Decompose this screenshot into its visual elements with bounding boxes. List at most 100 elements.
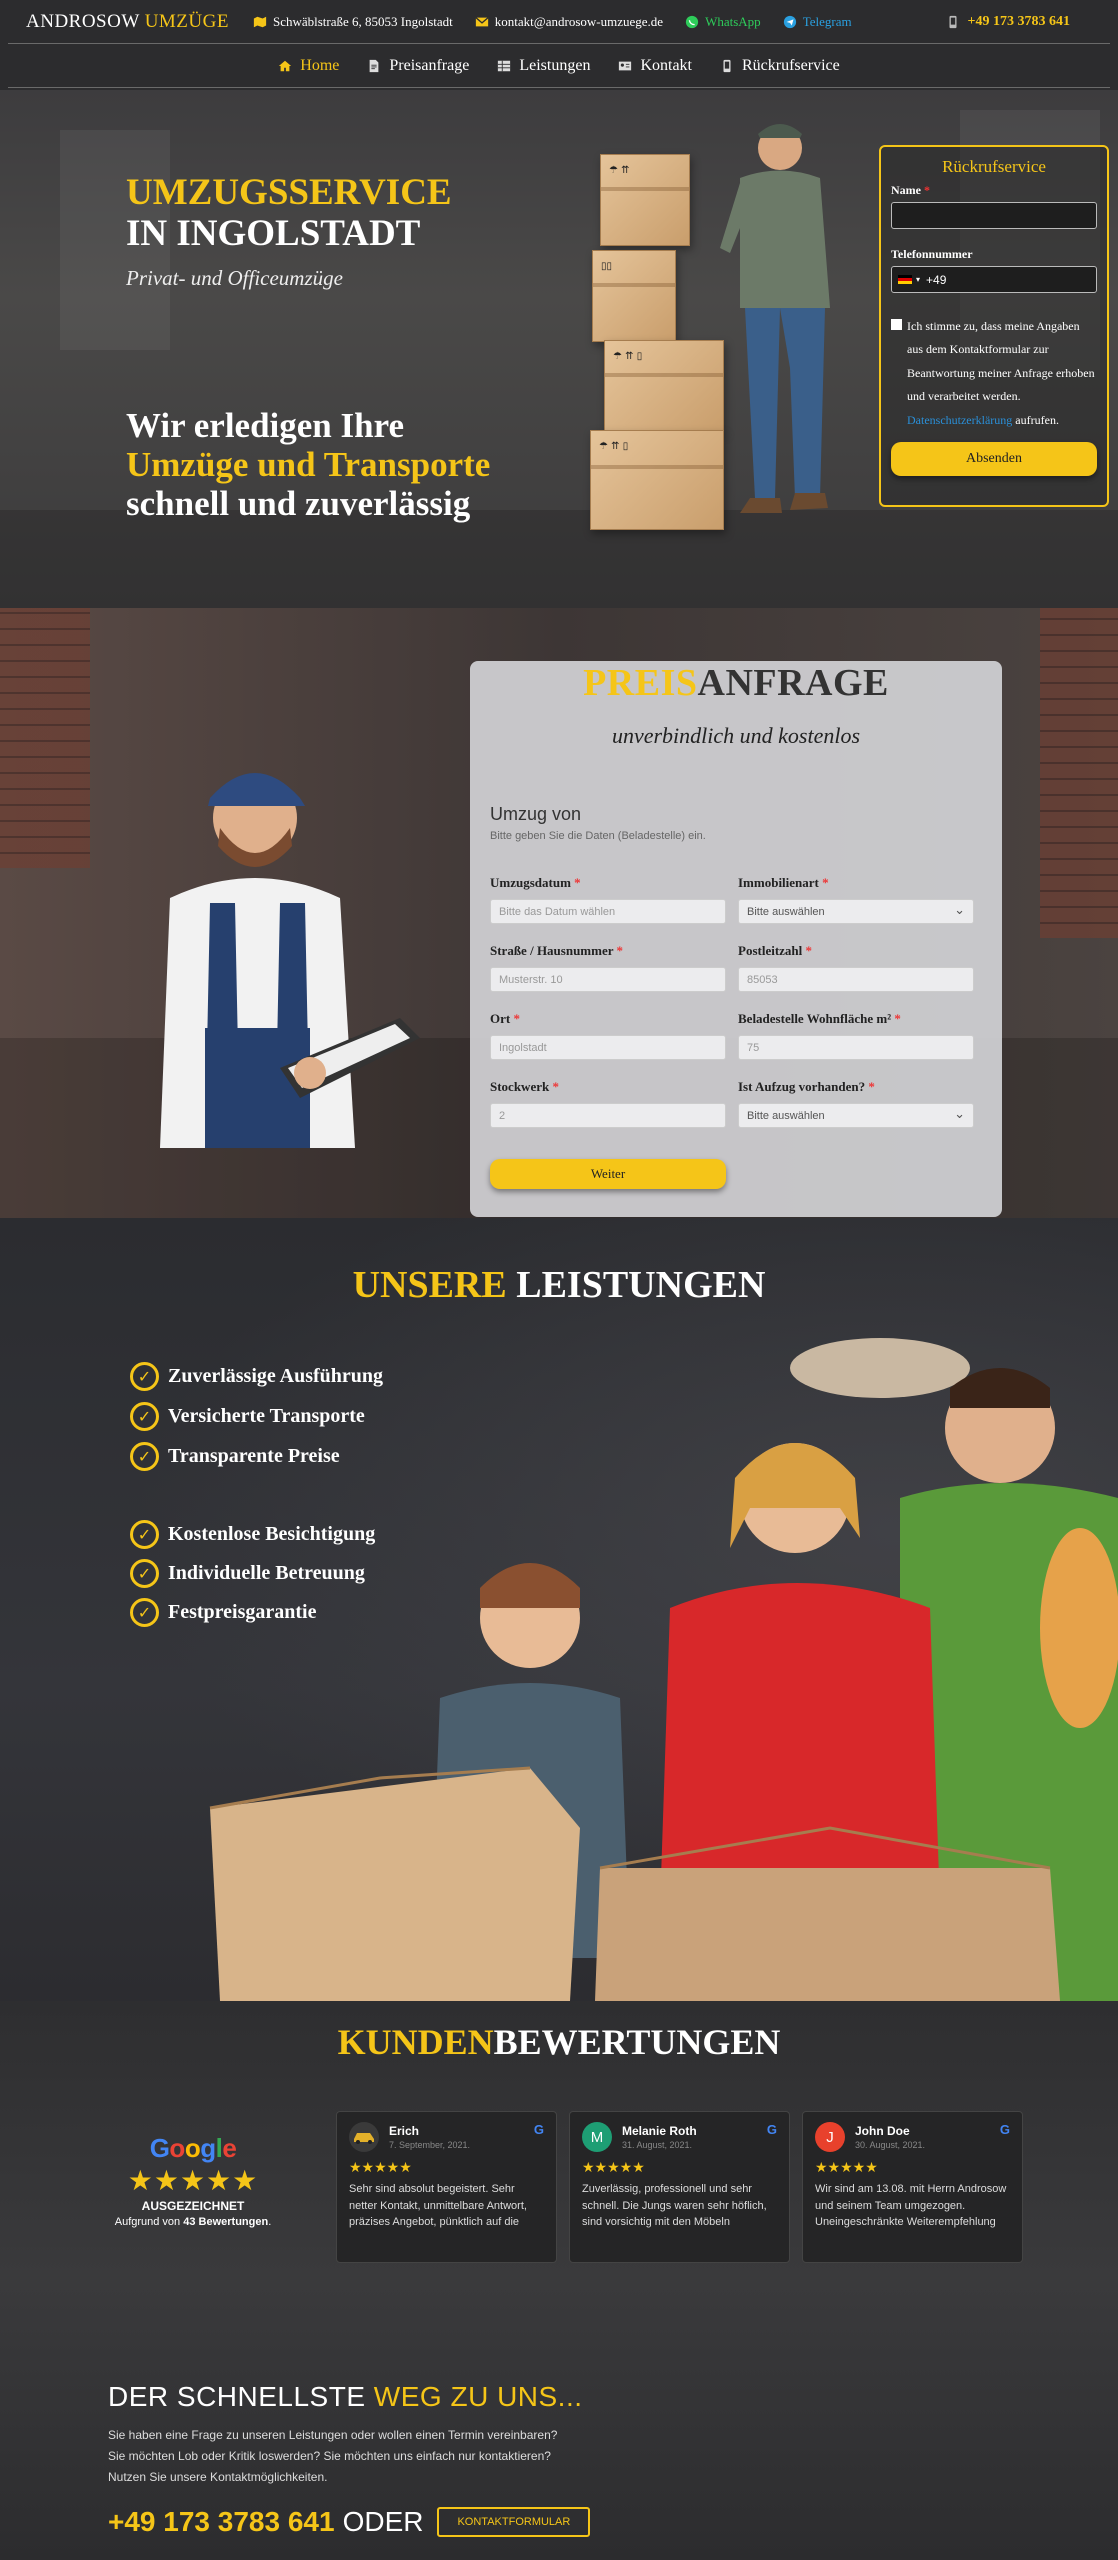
required-mark: * [868, 1079, 875, 1094]
phone-input[interactable]: ▾ +49 [891, 266, 1097, 293]
moving-date-input[interactable]: Bitte das Datum wählen [490, 899, 726, 924]
review-card[interactable]: M Melanie Roth 31. August, 2021. G ★★★★★… [569, 2111, 790, 2263]
contact-title-accent: WEG ZU UNS... [373, 2381, 583, 2412]
hero-slogan-line2: Umzüge und Transporte [126, 445, 491, 485]
phone-top[interactable]: +49 173 3783 641 [946, 14, 1070, 30]
elevator-select[interactable]: Bitte auswählen [738, 1103, 974, 1128]
email-item[interactable]: kontakt@androsow-umzuege.de [475, 14, 663, 30]
nav-kontakt[interactable]: Kontakt [618, 57, 692, 75]
nav-home[interactable]: Home [278, 57, 339, 75]
google-g-icon: G [766, 2122, 777, 2137]
phone-top-text[interactable]: +49 173 3783 641 [968, 14, 1070, 30]
field-label: Ist Aufzug vorhanden? * [738, 1079, 875, 1095]
whatsapp-item[interactable]: WhatsApp [685, 14, 761, 30]
hero-section: UMZUGSSERVICE IN INGOLSTADT Privat- und … [0, 90, 1118, 608]
family-with-boxes-image [209, 1338, 1118, 2001]
title-rest: BEWERTUNGEN [493, 2022, 781, 2062]
whatsapp-icon [685, 15, 699, 28]
contact-title: DER SCHNELLSTE WEG ZU UNS... [108, 2381, 583, 2413]
name-label: Name * [891, 183, 1097, 198]
reviews-section: KUNDENBEWERTUNGEN Google ★★★★★ AUSGEZEIC… [0, 2001, 1118, 2560]
telegram-link[interactable]: Telegram [803, 14, 852, 30]
hero-title-line1: UMZUGSSERVICE [126, 172, 452, 213]
rating-count-value: 43 Bewertungen [183, 2216, 269, 2228]
name-label-text: Name [891, 183, 921, 197]
google-rating-badge[interactable]: Google ★★★★★ AUSGEZEICHNET Aufgrund von … [108, 2133, 278, 2228]
field-label: Straße / Hausnummer * [490, 943, 623, 959]
living-area-input[interactable]: 75 [738, 1035, 974, 1060]
consent-suffix: aufrufen. [1015, 412, 1059, 427]
required-mark: * [513, 1011, 520, 1026]
germany-flag-icon[interactable] [898, 275, 912, 284]
table-icon [498, 60, 511, 71]
hero-subtitle: Privat- und Officeumzüge [126, 266, 343, 290]
mobile-phone-icon [723, 59, 731, 72]
map-icon [253, 16, 267, 27]
name-input[interactable] [891, 202, 1097, 229]
moving-box: ☂ ⇈ [600, 154, 690, 246]
email-link[interactable]: kontakt@androsow-umzuege.de [495, 14, 663, 30]
hero-slogan: Wir erledigen Ihre Umzüge und Transporte… [126, 406, 490, 524]
price-request-section: PREISANFRAGE unverbindlich und kostenlos… [0, 608, 1118, 1218]
city-input[interactable]: Ingolstadt [490, 1035, 726, 1060]
contact-form-button[interactable]: KONTAKTFORMULAR [437, 2507, 591, 2537]
zip-input[interactable]: 85053 [738, 967, 974, 992]
consent-checkbox[interactable] [891, 319, 902, 330]
whatsapp-link[interactable]: WhatsApp [705, 14, 761, 30]
required-mark: * [924, 183, 930, 197]
required-mark: * [894, 1011, 901, 1026]
envelope-icon [475, 16, 489, 26]
section-hint: Bitte geben Sie die Daten (Beladestelle)… [490, 830, 706, 842]
review-stars: ★★★★★ [582, 2160, 645, 2176]
mover-man-image [720, 124, 830, 513]
review-stars: ★★★★★ [349, 2160, 412, 2176]
worker-with-clipboard-image [160, 773, 420, 1148]
phone-label: Telefonnummer [891, 247, 973, 261]
review-date: 30. August, 2021. [855, 2140, 926, 2150]
logo-main: ANDROSOW [26, 10, 140, 32]
field-label-text: Ist Aufzug vorhanden? [738, 1079, 866, 1094]
review-date: 7. September, 2021. [389, 2140, 471, 2150]
telegram-icon [783, 15, 796, 28]
cta-oder: ODER [342, 2506, 424, 2537]
required-mark: * [805, 943, 813, 958]
submit-callback-button[interactable]: Absenden [891, 441, 1097, 476]
street-input[interactable]: Musterstr. 10 [490, 967, 726, 992]
background-floor [0, 510, 1118, 608]
section-heading: Umzug von [490, 804, 582, 824]
check-circle-icon: ✓ [130, 1402, 159, 1431]
consent-text: Ich stimme zu, dass meine Angaben aus de… [907, 319, 1095, 404]
nav-leistungen[interactable]: Leistungen [497, 57, 590, 75]
hero-slogan-line3: schnell und zuverlässig [126, 484, 471, 524]
required-mark: * [822, 875, 829, 890]
telegram-item[interactable]: Telegram [783, 14, 852, 30]
floor-input[interactable]: 2 [490, 1103, 726, 1128]
callback-form: Rückrufservice Name * Telefonnummer ▾ +4… [879, 145, 1109, 507]
hero-title: UMZUGSSERVICE IN INGOLSTADT [126, 172, 452, 255]
reviewer-name: Erich [389, 2124, 420, 2138]
privacy-link[interactable]: Datenschutzerklärung [907, 413, 1012, 427]
check-circle-icon: ✓ [130, 1442, 159, 1471]
check-circle-icon: ✓ [130, 1598, 159, 1627]
address-text: Schwäblstraße 6, 85053 Ingolstadt [272, 13, 453, 29]
property-type-select[interactable]: Bitte auswählen [738, 899, 974, 924]
review-meta: John Doe 30. August, 2021. [855, 2124, 925, 2150]
title-accent: UNSERE [352, 1264, 507, 1306]
review-meta: Melanie Roth 31. August, 2021. [622, 2124, 697, 2150]
nav-preisanfrage[interactable]: Preisanfrage [367, 57, 469, 75]
logo[interactable]: ANDROSOW UMZÜGE [26, 11, 229, 33]
reviews-title: KUNDENBEWERTUNGEN [0, 2021, 1118, 2063]
next-button[interactable]: Weiter [490, 1159, 726, 1189]
review-date: 31. August, 2021. [622, 2140, 693, 2150]
title-rest: ANFRAGE [697, 662, 889, 704]
title-accent: PREIS [583, 662, 698, 704]
review-card[interactable]: Erich 7. September, 2021. G ★★★★★ Sehr s… [336, 2111, 557, 2263]
brick-wall [1040, 608, 1118, 938]
review-card[interactable]: J John Doe 30. August, 2021. G ★★★★★ Wir… [802, 2111, 1023, 2263]
logo-accent: UMZÜGE [144, 10, 229, 32]
review-header: Erich 7. September, 2021. G [349, 2122, 544, 2152]
field-label-text: Postleitzahl [738, 943, 803, 958]
cta-phone-link[interactable]: +49 173 3783 641 [108, 2506, 335, 2538]
field-label: Umzugsdatum * [490, 875, 581, 891]
nav-rueckrufservice[interactable]: Rückrufservice [720, 57, 840, 75]
